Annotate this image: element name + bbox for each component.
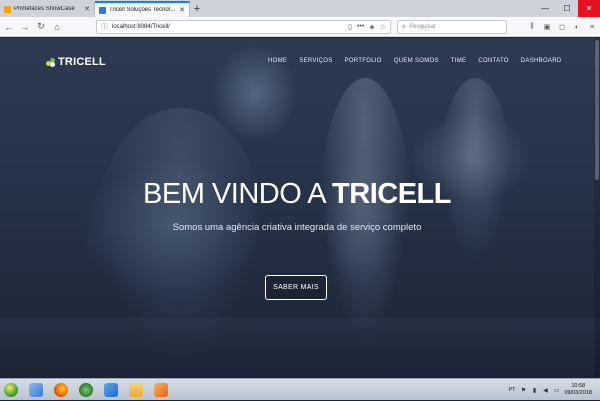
- url-bar[interactable]: ⓘ localhost:8084/Tricell/ ▯ ••• ◈ ☆: [96, 20, 391, 34]
- chrome-app[interactable]: [75, 380, 97, 400]
- url-text[interactable]: localhost:8084/Tricell/: [112, 24, 348, 30]
- hero-title-brand: TRICELL: [332, 178, 451, 210]
- browser-toolbar: ← → ↻ ⌂ ⓘ localhost:8084/Tricell/ ▯ ••• …: [0, 17, 600, 37]
- toolbar-right: ⫼ ▣ ◻ ◐ ≡: [527, 20, 597, 34]
- reader-view-icon[interactable]: ▯: [348, 23, 352, 31]
- menu-icon[interactable]: ≡: [587, 20, 597, 34]
- explorer-icon: [29, 382, 43, 397]
- site-nav: HOME SERVIÇOS PORTFOLIO QUEM SOMOS TIME …: [268, 58, 562, 64]
- close-tab-icon[interactable]: ✕: [84, 5, 90, 13]
- home-icon[interactable]: ⌂: [50, 20, 64, 34]
- maximize-icon[interactable]: ☐: [556, 0, 578, 17]
- scrollbar-thumb[interactable]: [595, 40, 599, 180]
- nav-time[interactable]: TIME: [451, 58, 467, 64]
- start-orb-icon: [4, 382, 18, 397]
- back-icon[interactable]: ←: [2, 20, 16, 34]
- firefox-icon: [54, 382, 68, 397]
- network-icon[interactable]: ▮: [531, 386, 537, 394]
- site-logo[interactable]: TRICELL: [46, 56, 106, 68]
- minimize-icon[interactable]: —: [534, 0, 556, 17]
- library-icon[interactable]: ⫼: [527, 20, 537, 34]
- nav-servicos[interactable]: SERVIÇOS: [299, 58, 332, 64]
- forward-icon[interactable]: →: [18, 20, 32, 34]
- search-input[interactable]: ⌕ Pesquisar: [397, 20, 507, 34]
- explorer-app[interactable]: [25, 380, 47, 400]
- folder-icon: [129, 382, 143, 397]
- battery-icon[interactable]: ▭: [553, 386, 560, 394]
- system-tray: PT ⚑ ▮ ◀ ▭ 10:58 09/03/2018: [508, 379, 592, 401]
- hero-subtitle: Somos uma agência criativa integrada de …: [172, 222, 422, 233]
- browser-tabbar: Primefaces ShowCase ✕ Tricell Soluções T…: [0, 0, 600, 17]
- tricell-logo-icon: [46, 57, 56, 67]
- more-actions-icon[interactable]: •••: [357, 23, 364, 31]
- netbeans-app[interactable]: [100, 380, 122, 400]
- extension-icon[interactable]: ◐: [572, 20, 582, 34]
- nav-dashboard[interactable]: DASHBOARD: [521, 58, 562, 64]
- page-viewport: TRICELL HOME SERVIÇOS PORTFOLIO QUEM SOM…: [0, 38, 600, 378]
- logo-text: TRICELL: [58, 56, 106, 68]
- nav-portfolio[interactable]: PORTFOLIO: [345, 58, 382, 64]
- firefox-app[interactable]: [50, 380, 72, 400]
- window-controls: — ☐ ✕: [534, 0, 600, 17]
- close-tab-icon[interactable]: ✕: [179, 6, 185, 14]
- info-icon[interactable]: ⓘ: [101, 22, 108, 32]
- wifi-app-icon: [79, 382, 93, 397]
- nav-contato[interactable]: CONTATO: [478, 58, 508, 64]
- saber-mais-button[interactable]: SABER MAIS: [265, 275, 327, 300]
- reload-icon[interactable]: ↻: [34, 20, 48, 34]
- start-button[interactable]: [0, 379, 22, 401]
- bookmark-star-icon[interactable]: ☆: [380, 23, 386, 31]
- tab-tricell[interactable]: Tricell Soluções Tecnologicas ✕: [95, 1, 190, 17]
- primefaces-favicon-icon: [4, 5, 11, 13]
- sidebar-icon[interactable]: ▣: [542, 20, 552, 34]
- media-player-icon: [154, 382, 168, 397]
- files-app[interactable]: [125, 380, 147, 400]
- search-icon: ⌕: [402, 23, 406, 30]
- nav-home[interactable]: HOME: [268, 58, 287, 64]
- clock-time: 10:58: [571, 383, 586, 389]
- flag-icon[interactable]: ⚑: [520, 386, 526, 394]
- media-app[interactable]: [150, 380, 172, 400]
- pocket-icon[interactable]: ◈: [369, 23, 374, 31]
- language-indicator[interactable]: PT: [508, 387, 515, 393]
- tab-primefaces[interactable]: Primefaces ShowCase ✕: [0, 1, 95, 17]
- clock-date: 09/03/2018: [564, 390, 592, 396]
- hero-title-prefix: BEM VINDO A: [143, 178, 333, 210]
- hero-title: BEM VINDO A TRICELL: [0, 178, 594, 211]
- new-tab-button[interactable]: +: [190, 1, 204, 17]
- tricell-favicon-icon: [99, 6, 106, 14]
- tab-label: Primefaces ShowCase: [14, 6, 75, 12]
- close-window-icon[interactable]: ✕: [578, 0, 600, 17]
- clock[interactable]: 10:58 09/03/2018: [564, 383, 592, 397]
- screenshot-icon[interactable]: ◻: [557, 20, 567, 34]
- volume-icon[interactable]: ◀: [542, 386, 548, 394]
- page-scrollbar[interactable]: [594, 38, 600, 378]
- hero-photo-desk: [0, 318, 600, 378]
- tab-label: Tricell Soluções Tecnologicas: [109, 7, 177, 13]
- taskbar: PT ⚑ ▮ ◀ ▭ 10:58 09/03/2018: [0, 378, 600, 400]
- search-placeholder: Pesquisar: [409, 24, 437, 30]
- netbeans-icon: [104, 382, 118, 397]
- nav-quem-somos[interactable]: QUEM SOMOS: [394, 58, 439, 64]
